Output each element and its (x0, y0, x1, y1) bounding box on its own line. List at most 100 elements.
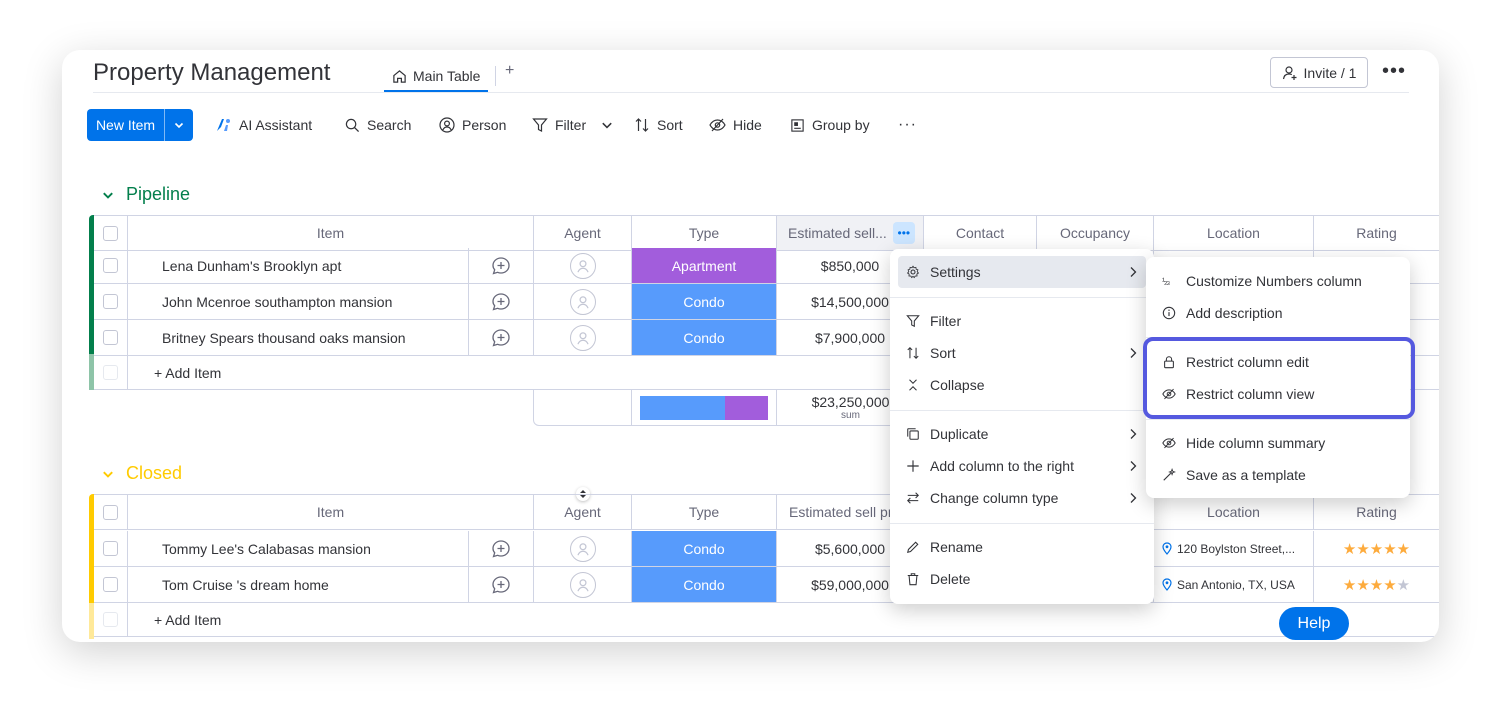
location-cell[interactable]: 120 Boylston Street,... (1154, 531, 1314, 566)
menu-item-sort[interactable]: Sort (898, 337, 1146, 369)
item-name[interactable]: Tommy Lee's Calabasas mansion (128, 531, 469, 566)
new-item-button[interactable]: New Item (87, 109, 193, 141)
group-by-button[interactable]: Group by (790, 109, 870, 141)
add-update-icon[interactable] (491, 539, 511, 559)
menu-item-restrict-edit[interactable]: Restrict column edit (1154, 346, 1402, 378)
help-button[interactable]: Help (1279, 607, 1349, 640)
column-header-location[interactable]: Location (1154, 216, 1314, 250)
conversation-cell[interactable] (469, 284, 534, 319)
row-select-cell[interactable] (94, 320, 128, 355)
group-header-pipeline[interactable]: Pipeline (102, 184, 190, 205)
column-header-type[interactable]: Type (632, 216, 777, 250)
type-status-cell[interactable]: Condo (632, 531, 777, 566)
conversation-cell[interactable] (469, 531, 534, 566)
search-button[interactable]: Search (345, 109, 411, 141)
star-icon[interactable]: ★ (1383, 540, 1396, 558)
agent-cell[interactable] (534, 248, 632, 283)
menu-item-collapse[interactable]: Collapse (898, 369, 1146, 401)
chevron-down-icon[interactable] (601, 119, 613, 131)
row-checkbox[interactable] (103, 258, 118, 273)
star-icon[interactable]: ★ (1370, 576, 1383, 594)
toolbar-more-icon[interactable]: ··· (898, 109, 917, 141)
column-header-rating[interactable]: Rating (1314, 495, 1439, 529)
add-update-icon[interactable] (491, 328, 511, 348)
agent-cell[interactable] (534, 531, 632, 566)
type-status-cell[interactable]: Apartment (632, 248, 777, 283)
board-more-icon[interactable]: ••• (1382, 60, 1406, 83)
row-checkbox[interactable] (103, 330, 118, 345)
column-header-agent[interactable]: Agent (534, 495, 632, 529)
star-icon[interactable]: ★ (1343, 540, 1356, 558)
add-update-icon[interactable] (491, 575, 511, 595)
column-header-type[interactable]: Type (632, 495, 777, 529)
chevron-down-icon[interactable] (102, 468, 114, 480)
menu-item-rename[interactable]: Rename (898, 531, 1146, 563)
avatar[interactable] (569, 288, 596, 315)
avatar[interactable] (569, 252, 596, 279)
column-menu-icon[interactable]: ••• (892, 222, 915, 244)
row-select-cell[interactable] (94, 567, 128, 602)
menu-item-save-template[interactable]: Save as a template (1154, 459, 1402, 491)
conversation-cell[interactable] (469, 567, 534, 602)
add-item-row[interactable]: + Add Item (94, 603, 1439, 637)
rating-cell[interactable]: ★ ★ ★ ★ ★ (1314, 531, 1439, 566)
select-all-checkbox[interactable] (103, 504, 118, 520)
star-icon[interactable]: ★ (1356, 540, 1369, 558)
star-icon[interactable]: ★ (1383, 576, 1396, 594)
star-icon[interactable]: ★ (1370, 540, 1383, 558)
row-checkbox[interactable] (103, 541, 118, 556)
item-name[interactable]: Tom Cruise 's dream home (128, 567, 469, 602)
type-status-cell[interactable]: Condo (632, 320, 777, 355)
group-header-closed[interactable]: Closed (102, 463, 182, 484)
conversation-cell[interactable] (469, 320, 534, 355)
column-header-rating[interactable]: Rating (1314, 216, 1439, 250)
menu-item-filter[interactable]: Filter (898, 305, 1146, 337)
star-icon[interactable]: ★ (1397, 576, 1410, 594)
row-select-cell[interactable] (94, 284, 128, 319)
new-item-dropdown[interactable] (164, 109, 193, 141)
column-header-item[interactable]: Item (128, 216, 534, 250)
column-header-item[interactable]: Item (128, 495, 534, 529)
ai-assistant-button[interactable]: AI Assistant (214, 109, 312, 141)
agent-cell[interactable] (534, 320, 632, 355)
type-distribution-bar[interactable] (640, 395, 768, 420)
menu-item-settings[interactable]: Settings (898, 256, 1146, 288)
filter-button[interactable]: Filter (532, 109, 613, 141)
type-status-cell[interactable]: Condo (632, 567, 777, 602)
column-header-contact[interactable]: Contact (924, 216, 1037, 250)
menu-item-add-column-right[interactable]: Add column to the right (898, 450, 1146, 482)
row-checkbox[interactable] (103, 577, 118, 592)
tab-main-table[interactable]: Main Table (384, 62, 489, 92)
menu-item-delete[interactable]: Delete (898, 563, 1146, 595)
avatar[interactable] (569, 571, 596, 598)
row-select-cell[interactable] (94, 248, 128, 283)
chevron-down-icon[interactable] (102, 189, 114, 201)
star-icon[interactable]: ★ (1397, 540, 1410, 558)
hide-button[interactable]: Hide (709, 109, 762, 141)
person-filter-button[interactable]: Person (439, 109, 506, 141)
column-header-agent[interactable]: Agent (534, 216, 632, 250)
invite-button[interactable]: Invite / 1 (1270, 57, 1368, 88)
menu-item-customize-numbers[interactable]: ¹₂₃ Customize Numbers column (1154, 265, 1402, 297)
avatar[interactable] (569, 324, 596, 351)
agent-cell[interactable] (534, 567, 632, 602)
table-row[interactable]: Tommy Lee's Calabasas mansion Condo $5,6… (94, 531, 1439, 567)
menu-item-duplicate[interactable]: Duplicate (898, 418, 1146, 450)
add-update-icon[interactable] (491, 292, 511, 312)
table-row[interactable]: Tom Cruise 's dream home Condo $59,000,0… (94, 567, 1439, 603)
select-all-cell[interactable] (94, 495, 128, 529)
location-cell[interactable]: San Antonio, TX, USA (1154, 567, 1314, 602)
menu-item-add-description[interactable]: Add description (1154, 297, 1402, 329)
star-icon[interactable]: ★ (1356, 576, 1369, 594)
menu-item-restrict-view[interactable]: Restrict column view (1154, 378, 1402, 410)
add-update-icon[interactable] (491, 256, 511, 276)
item-name[interactable]: Britney Spears thousand oaks mansion (128, 320, 469, 355)
column-header-estimated[interactable]: Estimated sell... ••• (777, 216, 924, 250)
menu-item-change-type[interactable]: Change column type (898, 482, 1146, 514)
star-icon[interactable]: ★ (1343, 576, 1356, 594)
avatar[interactable] (569, 535, 596, 562)
sort-button[interactable]: Sort (634, 109, 683, 141)
select-all-checkbox[interactable] (103, 225, 118, 241)
item-name[interactable]: Lena Dunham's Brooklyn apt (128, 248, 469, 283)
add-item-input[interactable]: + Add Item (128, 603, 1439, 636)
